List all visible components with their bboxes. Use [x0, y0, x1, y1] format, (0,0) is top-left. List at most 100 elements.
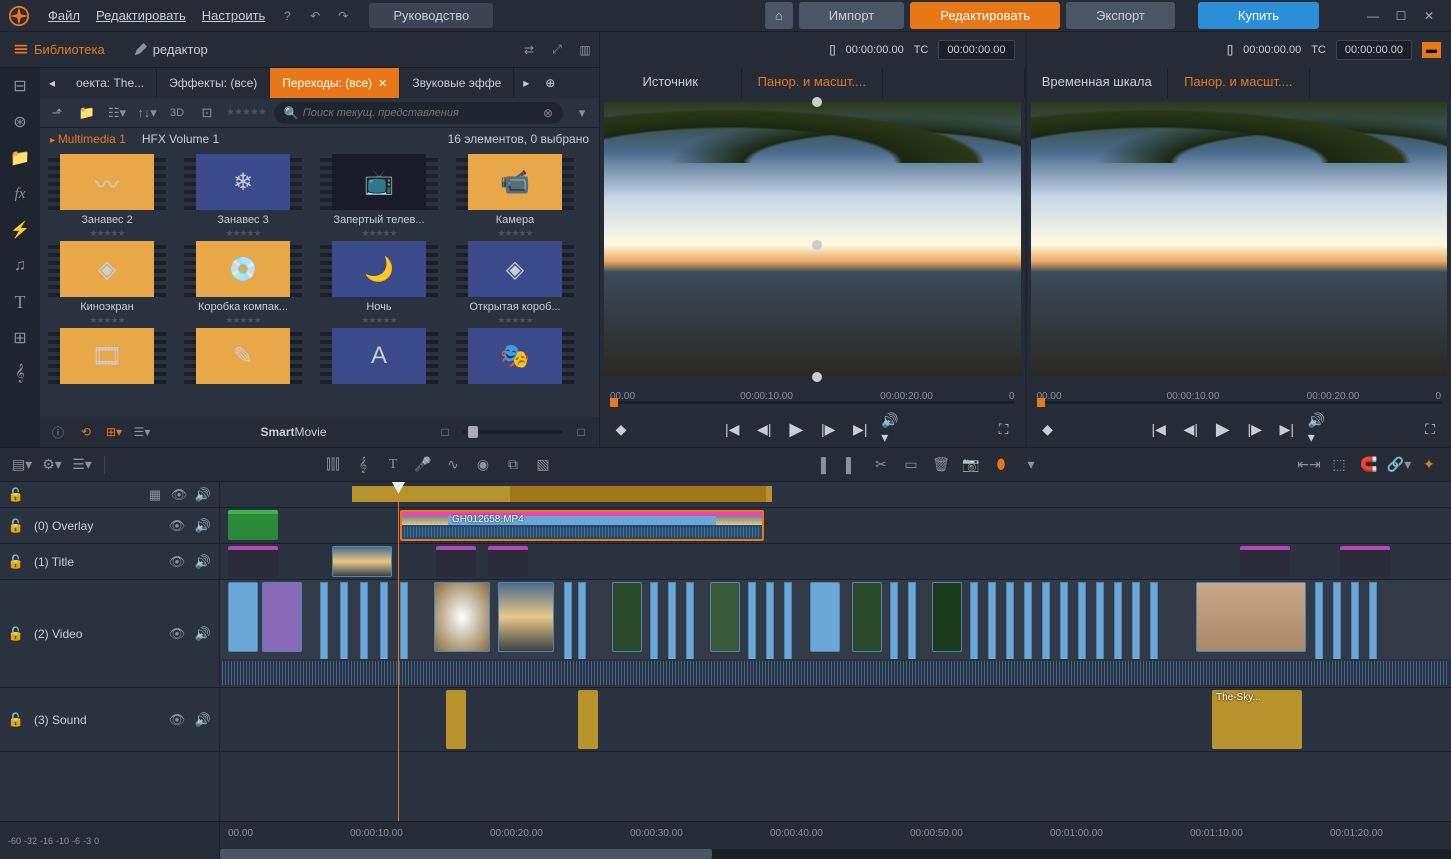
filter-sound[interactable]: Звуковые эффе	[400, 68, 514, 98]
import-button[interactable]: Импорт	[799, 2, 904, 29]
clip[interactable]	[488, 546, 528, 577]
insert-icon[interactable]: ⬚	[1327, 453, 1351, 477]
speaker-icon[interactable]: 🔊	[195, 626, 211, 642]
clip[interactable]	[612, 582, 642, 652]
smartmovie-label[interactable]: SmartMovie	[160, 425, 427, 439]
minimize-icon[interactable]: —	[1365, 8, 1381, 24]
guide-button[interactable]: Руководство	[369, 3, 493, 28]
lock-all-icon[interactable]: 🔓	[8, 487, 24, 503]
clip[interactable]	[332, 546, 392, 577]
close-tab-icon[interactable]: ✕	[378, 77, 387, 90]
cat-bin-icon[interactable]: ⊟	[0, 68, 40, 104]
thumb-item[interactable]: 💿Коробка компак...★★★★★	[184, 241, 302, 326]
fullscreen-icon[interactable]: ⛶	[993, 418, 1015, 440]
expand-icon[interactable]: ⤢	[545, 38, 569, 62]
source-ruler[interactable]: 00.00 00:00:10.00 00:00:20.00 0	[600, 381, 1025, 411]
lock-icon[interactable]: 🔓	[8, 626, 24, 642]
view-list-icon[interactable]: ☷▾	[106, 102, 128, 124]
sound-header[interactable]: 🔓 (3) Sound 👁 🔊	[0, 688, 219, 752]
goto-end-icon[interactable]: ▶|	[1276, 418, 1298, 440]
filter-transitions[interactable]: Переходы: (все)✕	[270, 68, 400, 98]
cat-reel-icon[interactable]: ⊛	[0, 104, 40, 140]
treble-icon[interactable]: 𝄞	[351, 453, 375, 477]
filter-prev-icon[interactable]: ◂	[40, 68, 64, 98]
tc-input[interactable]: 00:00:00.00	[1336, 40, 1412, 60]
layout-icon[interactable]: ▥	[573, 38, 597, 62]
thumb-item[interactable]: 📺Запертый телев...★★★★★	[320, 154, 438, 239]
menu-setup[interactable]: Настроить	[194, 8, 274, 23]
cat-fx-icon[interactable]: fx	[0, 176, 40, 212]
step-fwd-icon[interactable]: |▶	[1244, 418, 1266, 440]
clip[interactable]	[578, 690, 598, 749]
grid-view-icon[interactable]: ⊞▾	[104, 422, 124, 442]
fit-icon[interactable]: ⇤⇥	[1297, 453, 1321, 477]
maximize-icon[interactable]: ☐	[1393, 8, 1409, 24]
clip[interactable]	[498, 582, 554, 652]
tab-blank-2[interactable]	[1310, 68, 1451, 98]
tab-blank[interactable]	[883, 68, 1025, 98]
eye-all-icon[interactable]: 👁	[171, 487, 187, 503]
clip[interactable]	[852, 582, 882, 652]
thumb-item[interactable]: 🎭	[456, 328, 574, 384]
goto-start-icon[interactable]: |◀	[721, 418, 743, 440]
speaker-icon[interactable]: 🔊	[195, 554, 211, 570]
mark-in-icon[interactable]: ▐	[809, 453, 833, 477]
clip[interactable]	[446, 690, 466, 749]
trim-icon[interactable]: ▭	[899, 453, 923, 477]
lock-icon[interactable]: 🔓	[8, 554, 24, 570]
tab-pan-zoom-2[interactable]: Панор. и масшт....	[1168, 68, 1310, 98]
play-icon[interactable]: ▶	[1212, 418, 1234, 440]
cat-scorefitter-icon[interactable]: 𝄞	[0, 356, 40, 392]
tab-pan-zoom[interactable]: Панор. и масшт....	[742, 68, 884, 98]
razor-icon[interactable]: ✂	[869, 453, 893, 477]
speaker-icon[interactable]: 🔊	[195, 712, 211, 728]
title-track[interactable]	[220, 544, 1451, 580]
tab-timeline[interactable]: Временная шкала	[1027, 68, 1169, 98]
sort-icon[interactable]: ↑↓▾	[136, 102, 158, 124]
marker-icon[interactable]: ⬮	[989, 453, 1013, 477]
timeline-tracks[interactable]: GH012658.MP4	[220, 482, 1451, 821]
eye-icon[interactable]: 👁	[169, 626, 185, 642]
warning-icon[interactable]: ▬	[1422, 42, 1441, 58]
scene-icon[interactable]: ⊡	[196, 102, 218, 124]
fullscreen-icon[interactable]: ⛶	[1419, 418, 1441, 440]
playhead[interactable]	[398, 482, 399, 821]
cat-music-icon[interactable]: ♫	[0, 248, 40, 284]
source-viewer[interactable]	[604, 102, 1021, 377]
undo-icon[interactable]: ↶	[303, 4, 327, 28]
timeline-ruler[interactable]: 00.00 00:00:10.00 00:00:20.00 0	[1027, 381, 1451, 411]
video-track[interactable]	[220, 580, 1451, 688]
tab-source[interactable]: Источник	[600, 68, 742, 98]
zoom-in-icon[interactable]: □	[571, 422, 591, 442]
clip[interactable]	[434, 582, 490, 652]
search-box[interactable]: 🔍 ⊗	[274, 102, 563, 124]
multicam-icon[interactable]: ⧉	[501, 453, 525, 477]
video-header[interactable]: 🔓 (2) Video 👁 🔊	[0, 580, 219, 688]
mute-all-icon[interactable]: 🔊	[195, 487, 211, 503]
goto-end-icon[interactable]: ▶|	[849, 418, 871, 440]
thumb-item[interactable]: 📹Камера★★★★★	[456, 154, 574, 239]
time-ruler[interactable]: 00.00 00:00:10.00 00:00:20.00 00:00:30.0…	[220, 822, 1451, 859]
loop-icon[interactable]: ◆	[1037, 418, 1059, 440]
info-icon[interactable]: ⓘ	[48, 422, 68, 442]
overlay-track[interactable]: GH012658.MP4	[220, 508, 1451, 544]
cat-title-icon[interactable]: T	[0, 284, 40, 320]
eye-icon[interactable]: 👁	[169, 518, 185, 534]
link-icon[interactable]: 🔗▾	[1387, 453, 1411, 477]
nav-up-icon[interactable]: ⬏	[46, 102, 68, 124]
folder-icon[interactable]: 📁	[76, 102, 98, 124]
step-back-icon[interactable]: ◀|	[753, 418, 775, 440]
snapshot-icon[interactable]: 📷	[959, 453, 983, 477]
tl-gear-icon[interactable]: ⚙▾	[40, 453, 64, 477]
mixer-icon[interactable]: ⫿⫿⫿	[321, 453, 345, 477]
sound-track[interactable]: The-Sky...	[220, 688, 1451, 752]
magnet-icon[interactable]: 🧲	[1357, 453, 1381, 477]
eye-icon[interactable]: 👁	[169, 554, 185, 570]
zoom-slider[interactable]	[463, 430, 563, 434]
clip-sky[interactable]: The-Sky...	[1212, 690, 1302, 749]
refresh-icon[interactable]: ⟲	[76, 422, 96, 442]
3d-toggle[interactable]: 3D	[166, 102, 188, 124]
clip[interactable]	[1196, 582, 1306, 652]
cat-montage-icon[interactable]: ⊞	[0, 320, 40, 356]
swap-icon[interactable]: ⇄	[517, 38, 541, 62]
